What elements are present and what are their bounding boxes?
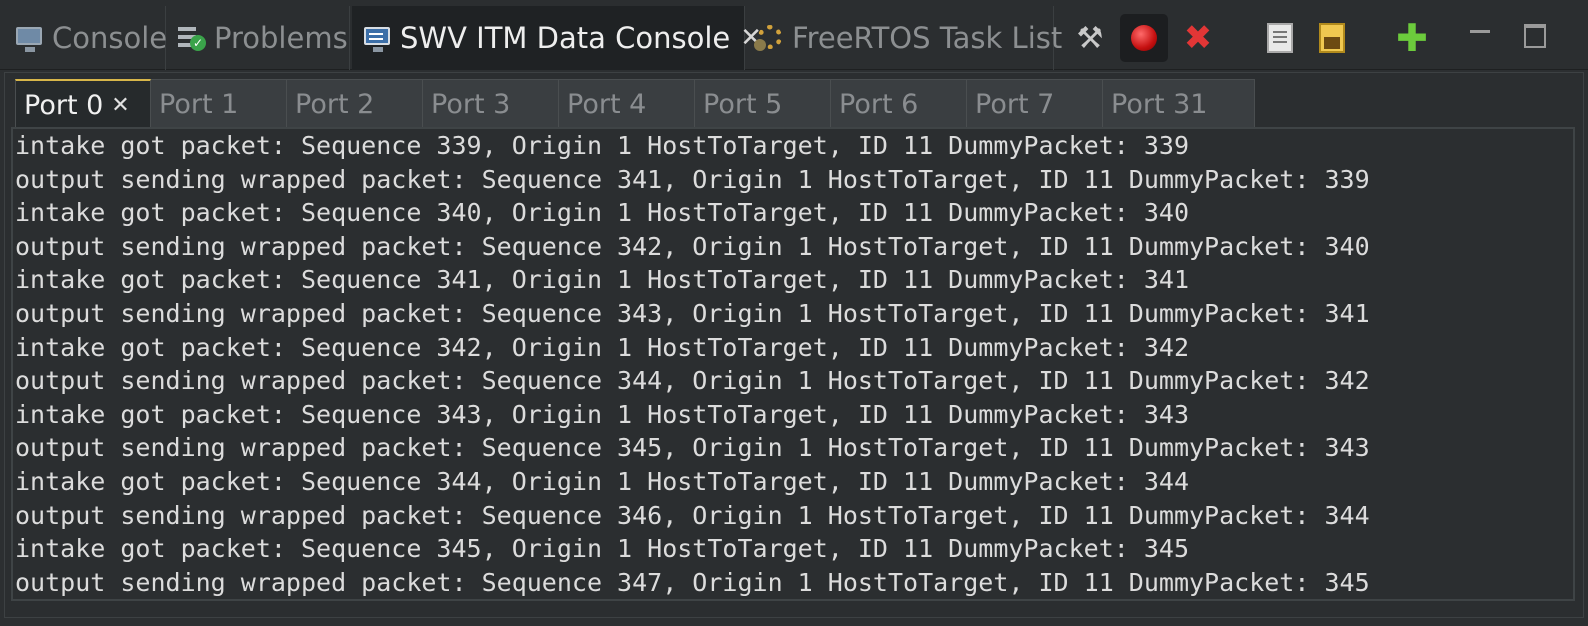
lock-icon[interactable] <box>1308 14 1356 62</box>
console-line: intake got packet: Sequence 344, Origin … <box>15 466 1189 496</box>
monitor-icon <box>14 23 44 53</box>
tab-problems[interactable]: ✓ Problems <box>166 6 350 70</box>
port-tab-label: Port 1 <box>159 88 239 120</box>
record-icon <box>1131 25 1157 51</box>
delete-icon[interactable]: ✖ <box>1174 14 1222 62</box>
tab-swv-itm-data-console[interactable]: SWV ITM Data Console ✕ <box>352 6 762 70</box>
port-tab-label: Port 31 <box>1111 88 1208 120</box>
close-icon[interactable]: ✕ <box>111 93 129 118</box>
console-line: intake got packet: Sequence 342, Origin … <box>15 332 1189 362</box>
gear-icon <box>754 23 784 53</box>
tab-console-label: Console <box>52 21 168 55</box>
port-tab-label: Port 2 <box>295 88 375 120</box>
record-button[interactable] <box>1120 14 1168 62</box>
console-line: output sending wrapped packet: Sequence … <box>15 298 1370 328</box>
console-line: output sending wrapped packet: Sequence … <box>15 433 1370 463</box>
console-line: intake got packet: Sequence 345, Origin … <box>15 534 1189 564</box>
console-line: output sending wrapped packet: Sequence … <box>15 164 1370 194</box>
console-line: output sending wrapped packet: Sequence … <box>15 500 1370 530</box>
problems-icon: ✓ <box>176 23 206 53</box>
console-line: intake got packet: Sequence 341, Origin … <box>15 265 1189 295</box>
console-line: intake got packet: Sequence 343, Origin … <box>15 399 1189 429</box>
port-tab-label: Port 0 <box>24 89 104 121</box>
console-line: output sending wrapped packet: Sequence … <box>15 366 1370 396</box>
tab-freertos-label: FreeRTOS Task List <box>792 21 1063 55</box>
maximize-icon[interactable] <box>1520 20 1550 50</box>
add-icon[interactable]: ✚ <box>1388 14 1436 62</box>
export-icon[interactable] <box>1256 14 1304 62</box>
tab-port-2[interactable]: Port 2 <box>287 79 423 129</box>
port-tab-label: Port 7 <box>975 88 1055 120</box>
tab-problems-label: Problems <box>214 21 348 55</box>
port-tab-label: Port 4 <box>567 88 647 120</box>
port-tab-label: Port 6 <box>839 88 919 120</box>
tab-port-1[interactable]: Port 1 <box>151 79 287 129</box>
console-line: intake got packet: Sequence 340, Origin … <box>15 198 1189 228</box>
console-output[interactable]: intake got packet: Sequence 339, Origin … <box>11 127 1575 601</box>
tab-port-0[interactable]: Port 0 ✕ <box>15 79 151 129</box>
port-tab-label: Port 5 <box>703 88 783 120</box>
port-tab-bar: Port 0 ✕ Port 1 Port 2 Port 3 Port 4 Por… <box>15 79 1255 129</box>
tab-console[interactable]: Console <box>0 6 168 70</box>
view-tab-bar: Console ✓ Problems SWV ITM Data Console … <box>0 0 1588 70</box>
swv-console-panel: Port 0 ✕ Port 1 Port 2 Port 3 Port 4 Por… <box>4 72 1584 618</box>
tab-port-3[interactable]: Port 3 <box>423 79 559 129</box>
tab-port-4[interactable]: Port 4 <box>559 79 695 129</box>
tab-port-5[interactable]: Port 5 <box>695 79 831 129</box>
tab-port-7[interactable]: Port 7 <box>967 79 1103 129</box>
port-tab-label: Port 3 <box>431 88 511 120</box>
tools-icon[interactable]: ⚒ <box>1066 14 1114 62</box>
console-line: output sending wrapped packet: Sequence … <box>15 567 1370 597</box>
tab-swv-label: SWV ITM Data Console <box>400 21 731 55</box>
monitor-icon <box>362 23 392 53</box>
minimize-icon[interactable] <box>1466 20 1496 50</box>
console-line: intake got packet: Sequence 339, Origin … <box>15 131 1189 160</box>
tab-port-6[interactable]: Port 6 <box>831 79 967 129</box>
tab-port-31[interactable]: Port 31 <box>1103 79 1255 129</box>
console-line: output sending wrapped packet: Sequence … <box>15 231 1370 261</box>
tab-freertos-task-list[interactable]: FreeRTOS Task List <box>746 6 1062 70</box>
